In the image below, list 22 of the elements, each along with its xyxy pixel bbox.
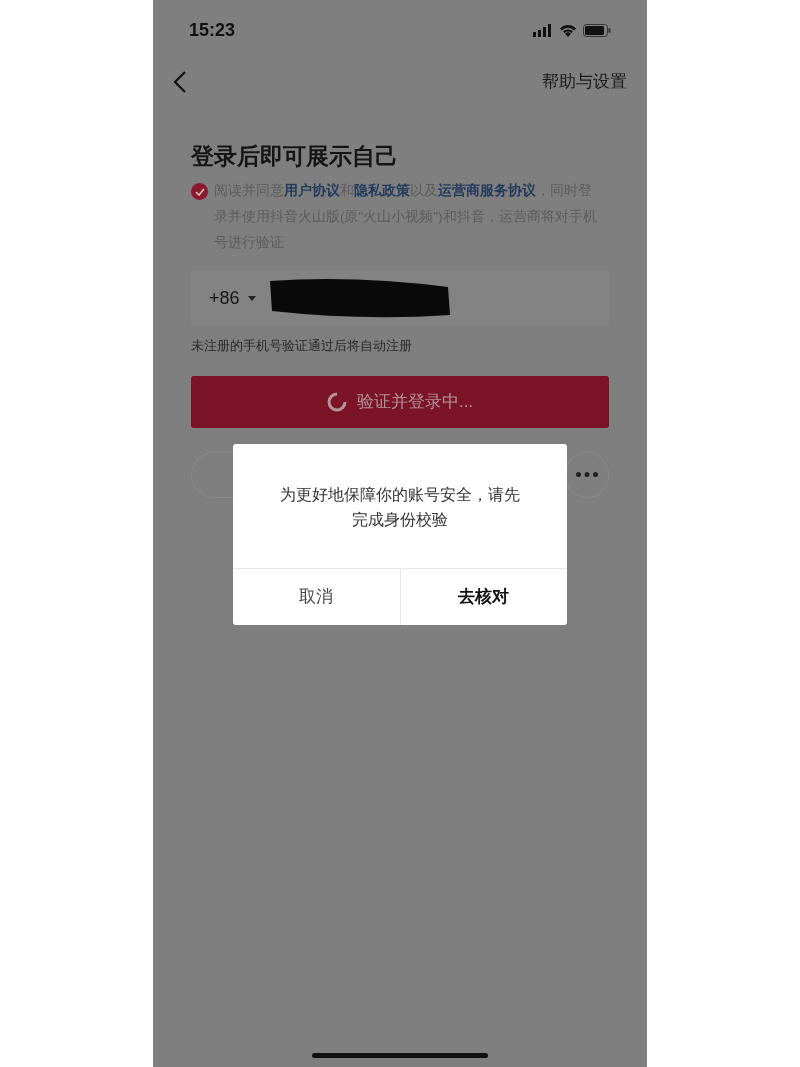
- caret-icon: [247, 295, 256, 301]
- battery-icon: [583, 23, 611, 37]
- agree-checkbox[interactable]: [191, 183, 208, 200]
- phone-field[interactable]: +86: [191, 270, 609, 326]
- agreement-link[interactable]: 隐私政策: [354, 183, 410, 198]
- dialog-button[interactable]: 取消: [233, 569, 400, 625]
- dialog-button[interactable]: 去核对: [399, 569, 567, 625]
- wifi-icon: [559, 23, 577, 37]
- signal-icon: [533, 23, 553, 37]
- agreement-link[interactable]: 运营商服务协议: [438, 183, 536, 198]
- more-icon: [576, 472, 598, 477]
- dialog-message: 为更好地保障你的账号安全，请先完成身份校验: [279, 485, 521, 530]
- page-title: 登录后即可展示自己: [191, 142, 399, 171]
- spinner-icon: [326, 391, 347, 412]
- country-code[interactable]: +86: [209, 284, 240, 312]
- register-hint: 未注册的手机号验证通过后将自动注册: [191, 337, 413, 355]
- login-button[interactable]: 验证并登录中...: [191, 375, 609, 428]
- check-icon: [194, 187, 205, 196]
- help-settings-link[interactable]: 帮助与设置: [542, 69, 627, 95]
- back-icon[interactable]: [173, 70, 187, 94]
- agreement-link[interactable]: 用户协议: [284, 183, 340, 198]
- status-time: 15:23: [189, 18, 236, 42]
